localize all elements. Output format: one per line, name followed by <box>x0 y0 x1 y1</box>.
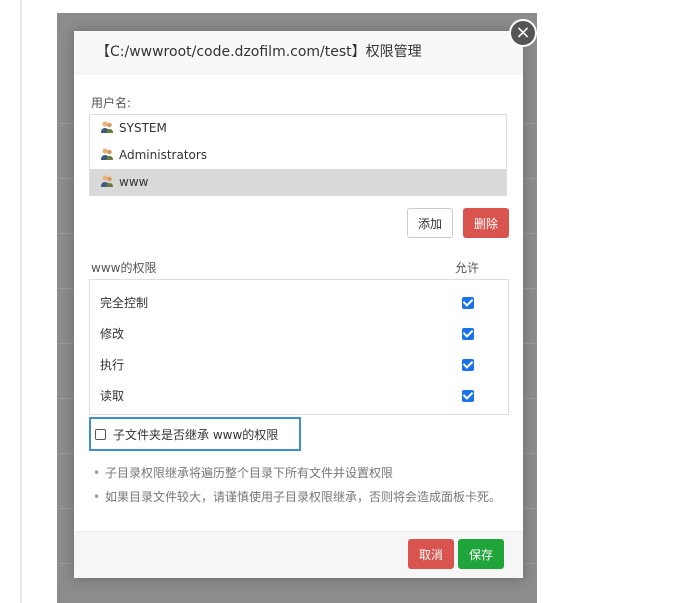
inherit-checkbox[interactable] <box>95 429 106 440</box>
user-item-www[interactable]: www <box>90 169 506 196</box>
dialog-footer: 取消 保存 <box>74 531 523 578</box>
user-name: Administrators <box>119 148 208 162</box>
permission-checkbox-full-control[interactable] <box>462 297 474 309</box>
user-name: www <box>119 175 149 189</box>
background-sidebar-edge <box>20 0 22 603</box>
permission-row-full-control: 完全控制 <box>90 288 508 319</box>
permissions-header: www的权限 允许 <box>91 259 507 276</box>
user-item-administrators[interactable]: Administrators <box>90 142 506 169</box>
permission-dialog: 【C:/wwwroot/code.dzofilm.com/test】权限管理 用… <box>74 31 523 578</box>
tips-list: 子目录权限继承将遍历整个目录下所有文件并设置权限 如果目录文件较大，请谨慎使用子… <box>91 461 509 509</box>
add-user-button[interactable]: 添加 <box>407 208 453 238</box>
dialog-title: 【C:/wwwroot/code.dzofilm.com/test】权限管理 <box>74 31 523 74</box>
delete-user-button[interactable]: 删除 <box>463 208 509 238</box>
close-icon[interactable]: × <box>509 19 537 47</box>
permission-row-modify: 修改 <box>90 319 508 350</box>
user-name: SYSTEM <box>119 121 167 135</box>
permission-name: 执行 <box>100 358 125 372</box>
allow-column-label: 允许 <box>455 261 480 275</box>
permission-row-execute: 执行 <box>90 350 508 381</box>
user-group-icon <box>101 121 113 133</box>
inherit-label[interactable]: 子文件夹是否继承 www的权限 <box>113 426 278 443</box>
user-item-system[interactable]: SYSTEM <box>90 115 506 142</box>
permissions-title: www的权限 <box>91 261 157 275</box>
permissions-list: 完全控制 修改 执行 读取 <box>89 279 509 415</box>
inherit-option: 子文件夹是否继承 www的权限 <box>89 417 301 451</box>
user-label: 用户名: <box>91 96 132 110</box>
permission-checkbox-read[interactable] <box>462 390 474 402</box>
permission-name: 完全控制 <box>100 296 149 310</box>
tip-item: 如果目录文件较大，请谨慎使用子目录权限继承，否则将会造成面板卡死。 <box>91 485 509 509</box>
user-list[interactable]: SYSTEM Administrators www <box>89 114 507 196</box>
permission-name: 修改 <box>100 327 125 341</box>
permission-checkbox-execute[interactable] <box>462 359 474 371</box>
save-button[interactable]: 保存 <box>458 539 504 569</box>
user-group-icon <box>101 175 113 187</box>
permission-name: 读取 <box>100 389 125 403</box>
cancel-button[interactable]: 取消 <box>408 539 454 569</box>
tip-item: 子目录权限继承将遍历整个目录下所有文件并设置权限 <box>91 461 509 485</box>
permission-row-read: 读取 <box>90 381 508 412</box>
user-group-icon <box>101 148 113 160</box>
permission-checkbox-modify[interactable] <box>462 328 474 340</box>
